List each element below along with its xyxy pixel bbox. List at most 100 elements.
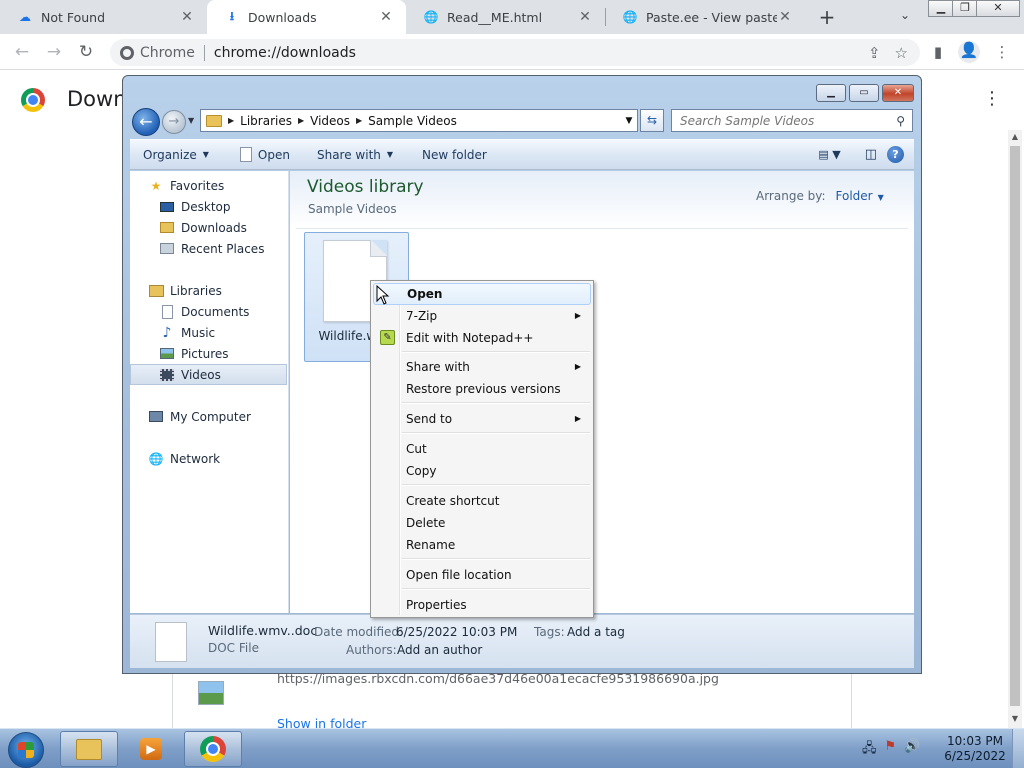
menu-item-delete[interactable]: Delete	[373, 512, 591, 534]
menu-item-send-to[interactable]: Send to ▶	[373, 408, 591, 430]
library-title: Videos library	[307, 177, 424, 197]
tab-search-chevron-icon[interactable]: ⌄	[893, 8, 917, 26]
back-arrow-icon[interactable]: ←	[132, 108, 160, 136]
taskbar-media-player-button[interactable]: ▶	[122, 731, 180, 767]
search-input[interactable]	[680, 113, 880, 128]
view-options-icon[interactable]: ▤ ▼	[818, 148, 840, 161]
chrome-logo-icon	[21, 88, 45, 112]
explorer-close-button[interactable]: ✕	[882, 84, 914, 102]
submenu-arrow-icon: ▶	[574, 362, 581, 371]
context-menu: Open 7-Zip ▶ ✎ Edit with Notepad++ Share w…	[370, 280, 594, 618]
menu-item-create-shortcut[interactable]: Create shortcut	[373, 490, 591, 512]
menu-separator	[402, 351, 590, 352]
menu-item-open[interactable]: Open	[373, 283, 591, 305]
open-button[interactable]: Open	[220, 147, 301, 162]
menu-item-rename[interactable]: Rename	[373, 534, 591, 556]
share-with-button[interactable]: Share with ▼	[301, 148, 404, 162]
taskbar-explorer-button[interactable]	[60, 731, 118, 767]
nav-recent-places[interactable]: Recent Places	[130, 238, 287, 259]
authors-value[interactable]: Add an author	[397, 643, 482, 657]
nav-libraries[interactable]: Libraries	[130, 280, 287, 301]
close-icon[interactable]: ✕	[577, 9, 593, 25]
recent-pages-chevron-icon[interactable]: ▼	[188, 116, 194, 125]
scroll-down-icon[interactable]: ▼	[1008, 714, 1022, 723]
nav-favorites[interactable]: ★ Favorites	[130, 175, 287, 196]
menu-item-7zip[interactable]: 7-Zip ▶	[373, 305, 591, 327]
reload-icon[interactable]: ↻	[74, 41, 98, 63]
scrollbar-thumb[interactable]	[1010, 146, 1020, 706]
side-panel-icon[interactable]: ▮	[928, 43, 948, 63]
menu-item-edit-notepad-plus-plus[interactable]: ✎ Edit with Notepad++	[373, 327, 591, 349]
nav-my-computer[interactable]: My Computer	[130, 406, 287, 427]
help-icon[interactable]: ?	[887, 146, 904, 163]
menu-item-share-with[interactable]: Share with ▶	[373, 356, 591, 378]
menu-item-restore-previous-versions[interactable]: Restore previous versions	[373, 378, 591, 400]
nav-videos[interactable]: Videos	[130, 364, 287, 385]
organize-button[interactable]: Organize ▼	[130, 148, 220, 162]
forward-arrow-icon[interactable]: →	[42, 41, 66, 63]
taskbar-clock[interactable]: 10:03 PM 6/25/2022	[940, 734, 1010, 764]
menu-item-cut[interactable]: Cut	[373, 438, 591, 460]
scroll-up-icon[interactable]: ▲	[1008, 132, 1022, 141]
action-center-flag-icon[interactable]: ⚑	[885, 739, 897, 761]
omnibox-url[interactable]: chrome://downloads	[214, 45, 356, 61]
taskbar-chrome-button[interactable]	[184, 731, 242, 767]
chevron-down-icon[interactable]: ▼	[878, 193, 884, 202]
explorer-maximize-button[interactable]: ▭	[849, 84, 879, 102]
omnibox[interactable]: Chrome chrome://downloads ⇪ ☆	[110, 39, 920, 66]
nav-music[interactable]: ♪ Music	[130, 322, 287, 343]
menu-item-copy[interactable]: Copy	[373, 460, 591, 482]
breadcrumb-libraries[interactable]: Libraries	[236, 114, 296, 128]
nav-downloads[interactable]: Downloads	[130, 217, 287, 238]
profile-avatar-icon[interactable]: 👤	[958, 41, 980, 63]
volume-speaker-icon[interactable]: 🔊	[904, 739, 920, 761]
nav-desktop[interactable]: Desktop	[130, 196, 287, 217]
tab-downloads[interactable]: ⭳ Downloads ✕	[207, 0, 406, 34]
close-icon[interactable]: ✕	[777, 9, 793, 25]
breadcrumb-arrow-icon[interactable]: ▶	[296, 116, 306, 125]
breadcrumb-sample-videos[interactable]: Sample Videos	[364, 114, 461, 128]
tags-value[interactable]: Add a tag	[567, 625, 625, 639]
network-status-icon[interactable]: 🖧	[862, 739, 877, 761]
show-desktop-button[interactable]	[1012, 729, 1024, 768]
minimize-button[interactable]: ▁	[928, 0, 954, 17]
page-scrollbar[interactable]: ▲ ▼	[1008, 130, 1022, 728]
close-icon[interactable]: ✕	[179, 9, 195, 25]
tab-not-found[interactable]: ☁ Not Found ✕	[0, 0, 207, 34]
forward-arrow-icon[interactable]: →	[162, 110, 186, 134]
nav-label: Recent Places	[181, 241, 265, 256]
bookmark-star-icon[interactable]: ☆	[895, 44, 908, 62]
page-menu-kebab-icon[interactable]: ⋮	[983, 88, 1001, 109]
chrome-menu-kebab-icon[interactable]: ⋮	[992, 43, 1012, 63]
media-player-icon: ▶	[140, 738, 162, 760]
address-bar[interactable]: ▶ Libraries ▶ Videos ▶ Sample Videos ▼	[200, 109, 638, 132]
search-box[interactable]: ⚲	[671, 109, 913, 132]
arrange-value-button[interactable]: Folder	[836, 189, 873, 203]
close-icon[interactable]: ✕	[378, 9, 394, 25]
breadcrumb-arrow-icon[interactable]: ▶	[226, 116, 236, 125]
nav-documents[interactable]: Documents	[130, 301, 287, 322]
breadcrumb-arrow-icon[interactable]: ▶	[354, 116, 364, 125]
document-file-icon	[155, 622, 187, 662]
address-dropdown-icon[interactable]: ▼	[621, 116, 637, 126]
close-window-button[interactable]: ✕	[976, 0, 1020, 17]
share-icon[interactable]: ⇪	[868, 44, 881, 62]
new-tab-button[interactable]: +	[815, 5, 839, 29]
search-icon[interactable]: ⚲	[896, 114, 912, 128]
command-bar: Organize ▼ Open Share with ▼ New folder ▤ …	[130, 139, 914, 170]
nav-network[interactable]: 🌐 Network	[130, 448, 287, 469]
start-button[interactable]	[8, 732, 44, 768]
breadcrumb-videos[interactable]: Videos	[306, 114, 354, 128]
nav-pictures[interactable]: Pictures	[130, 343, 287, 364]
preview-pane-icon[interactable]: ◫	[865, 147, 877, 162]
tab-paste-ee[interactable]: 🌐 Paste.ee - View paste 8SC ✕	[605, 0, 805, 34]
tab-readme[interactable]: 🌐 Read__ME.html ✕	[406, 0, 605, 34]
omnibox-chip: Chrome	[140, 44, 195, 61]
restore-button[interactable]: ❐	[952, 0, 978, 17]
explorer-minimize-button[interactable]: ▁	[816, 84, 846, 102]
new-folder-button[interactable]: New folder	[404, 148, 498, 162]
refresh-icon[interactable]: ⇆	[640, 109, 664, 132]
menu-item-open-file-location[interactable]: Open file location	[373, 564, 591, 586]
back-arrow-icon[interactable]: ←	[10, 41, 34, 63]
menu-item-properties[interactable]: Properties	[373, 594, 591, 616]
